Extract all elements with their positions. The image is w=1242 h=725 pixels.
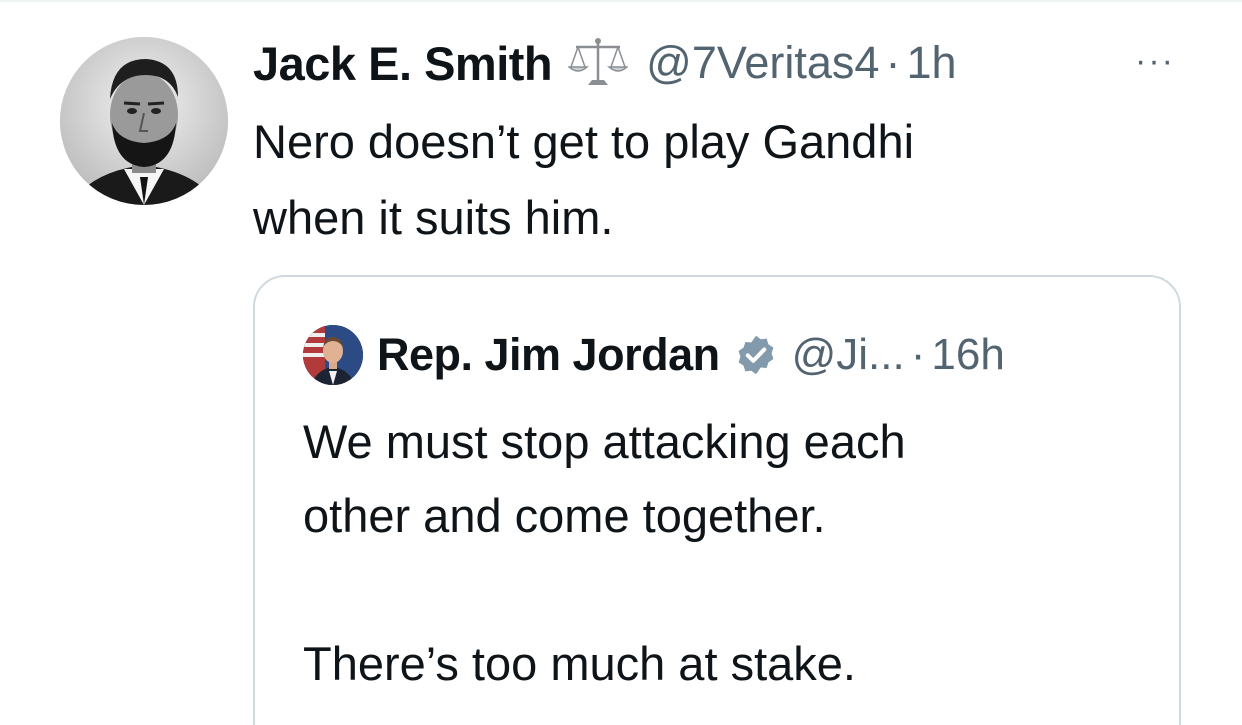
quoted-tweet-card[interactable]: Rep. Jim Jordan @Ji... · 16h We must sto… — [253, 275, 1181, 725]
tweet-header: Jack E. Smith @7Veritas4 · 1h — [253, 28, 957, 98]
quoted-author-name[interactable]: Rep. Jim Jordan — [377, 329, 720, 381]
quoted-tweet-header: Rep. Jim Jordan @Ji... · 16h — [303, 323, 1005, 387]
top-divider — [0, 0, 1242, 2]
tweet-timestamp[interactable]: 1h — [906, 37, 956, 89]
separator-dot: · — [885, 37, 901, 88]
tweet-text: Nero doesn’t get to play Gandhi when it … — [253, 115, 915, 244]
quoted-author-handle[interactable]: @Ji... — [792, 330, 905, 380]
tweet-page: Jack E. Smith @7Veritas4 · 1h ··· Nero d… — [0, 0, 1242, 725]
quoted-author-avatar-image — [303, 325, 363, 385]
more-icon: ··· — [1135, 41, 1175, 80]
quoted-tweet-text: We must stop attacking each other and co… — [303, 415, 906, 690]
author-name[interactable]: Jack E. Smith — [253, 36, 553, 91]
quoted-author-avatar — [303, 325, 363, 385]
author-avatar[interactable] — [60, 37, 228, 205]
quoted-tweet-timestamp[interactable]: 16h — [931, 330, 1004, 380]
author-avatar-image — [60, 37, 228, 205]
quoted-separator-dot: · — [910, 330, 926, 379]
author-handle[interactable]: @7Veritas4 — [646, 37, 879, 89]
more-options-button[interactable]: ··· — [1128, 42, 1182, 80]
verified-badge-icon — [734, 333, 778, 377]
scales-of-justice-icon — [568, 35, 629, 91]
